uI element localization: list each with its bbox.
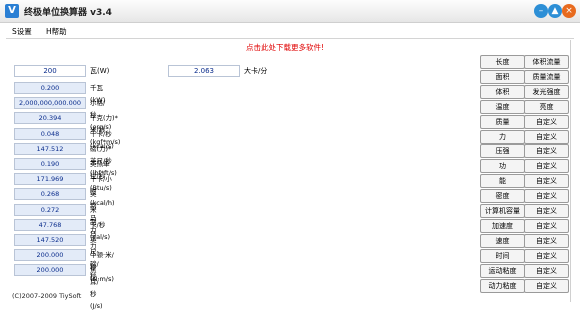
result-value[interactable]: 0.190 xyxy=(14,158,86,170)
result-value[interactable]: 0.268 xyxy=(14,188,86,201)
right-divider xyxy=(570,40,571,302)
category-button[interactable]: 自定义 xyxy=(524,174,569,189)
result-value[interactable]: 2,000,000,000.000 xyxy=(14,97,86,110)
result-value[interactable]: 20.394 xyxy=(14,112,86,125)
category-button[interactable]: 面积 xyxy=(480,69,525,84)
source-value-input[interactable]: 200 xyxy=(14,65,86,77)
target-unit-label: 大卡/分 xyxy=(244,67,268,75)
result-unit-label: 焦耳/秒(J/s) xyxy=(90,266,103,311)
menu-settings[interactable]: S设置 xyxy=(12,26,32,37)
category-button[interactable]: 自定义 xyxy=(524,129,569,144)
category-button[interactable]: 运动粘度 xyxy=(480,263,525,278)
category-button[interactable]: 自定义 xyxy=(524,204,569,218)
promo-link[interactable]: 点击此处下载更多软件! xyxy=(246,42,324,53)
category-button[interactable]: 动力粘度 xyxy=(480,278,525,293)
source-unit-label: 瓦(W) xyxy=(90,67,110,75)
category-button[interactable]: 亮度 xyxy=(524,99,569,114)
app-icon: V xyxy=(5,4,19,18)
category-button[interactable]: 温度 xyxy=(480,99,525,114)
category-button[interactable]: 速度 xyxy=(480,233,525,248)
category-button[interactable]: 能 xyxy=(480,174,525,189)
target-value-input[interactable]: 2.063 xyxy=(168,65,240,77)
category-button[interactable]: 自定义 xyxy=(524,159,569,174)
category-button[interactable]: 体积流量 xyxy=(524,55,569,69)
category-button[interactable]: 密度 xyxy=(480,189,525,204)
category-button[interactable]: 自定义 xyxy=(524,263,569,278)
window-title: 终极单位换算器 v3.4 xyxy=(24,8,112,18)
result-value[interactable]: 147.512 xyxy=(14,142,86,155)
category-button[interactable]: 计算机容量 xyxy=(480,204,525,218)
category-button[interactable]: 长度 xyxy=(480,55,525,69)
category-button[interactable]: 自定义 xyxy=(524,114,569,129)
category-button[interactable]: 质量流量 xyxy=(524,69,569,84)
category-button[interactable]: 自定义 xyxy=(524,278,569,293)
result-value[interactable]: 147.520 xyxy=(14,234,86,246)
result-value[interactable]: 0.272 xyxy=(14,203,86,216)
copyright-text: (C)2007-2009 TiySoft xyxy=(12,292,82,300)
category-button[interactable]: 功 xyxy=(480,159,525,174)
menu-bar: S设置 H帮助 xyxy=(0,24,580,38)
category-button[interactable]: 加速度 xyxy=(480,218,525,233)
menu-divider xyxy=(6,38,574,39)
result-value[interactable]: 0.200 xyxy=(14,82,86,94)
category-button[interactable]: 自定义 xyxy=(524,189,569,204)
result-value[interactable]: 200.000 xyxy=(14,264,86,277)
category-button[interactable]: 自定义 xyxy=(524,218,569,233)
result-value[interactable]: 200.000 xyxy=(14,249,86,262)
result-value[interactable]: 0.048 xyxy=(14,127,86,140)
category-button[interactable]: 质量 xyxy=(480,114,525,129)
window-controls: – ▲ × xyxy=(534,2,576,20)
category-button[interactable]: 力 xyxy=(480,129,525,144)
category-button[interactable]: 自定义 xyxy=(524,233,569,248)
pin-icon[interactable]: ▲ xyxy=(548,4,562,18)
result-value[interactable]: 171.969 xyxy=(14,173,86,186)
result-value[interactable]: 47.768 xyxy=(14,218,86,231)
category-button[interactable]: 压强 xyxy=(480,144,525,159)
minimize-icon[interactable]: – xyxy=(534,4,548,18)
title-bar: V 终极单位换算器 v3.4 – ▲ × xyxy=(0,0,580,23)
category-button[interactable]: 体积 xyxy=(480,84,525,99)
category-button[interactable]: 时间 xyxy=(480,248,525,263)
menu-help[interactable]: H帮助 xyxy=(46,26,67,37)
category-button[interactable]: 自定义 xyxy=(524,144,569,159)
category-button[interactable]: 发光强度 xyxy=(524,84,569,99)
category-button[interactable]: 自定义 xyxy=(524,248,569,263)
close-icon[interactable]: × xyxy=(562,4,576,18)
